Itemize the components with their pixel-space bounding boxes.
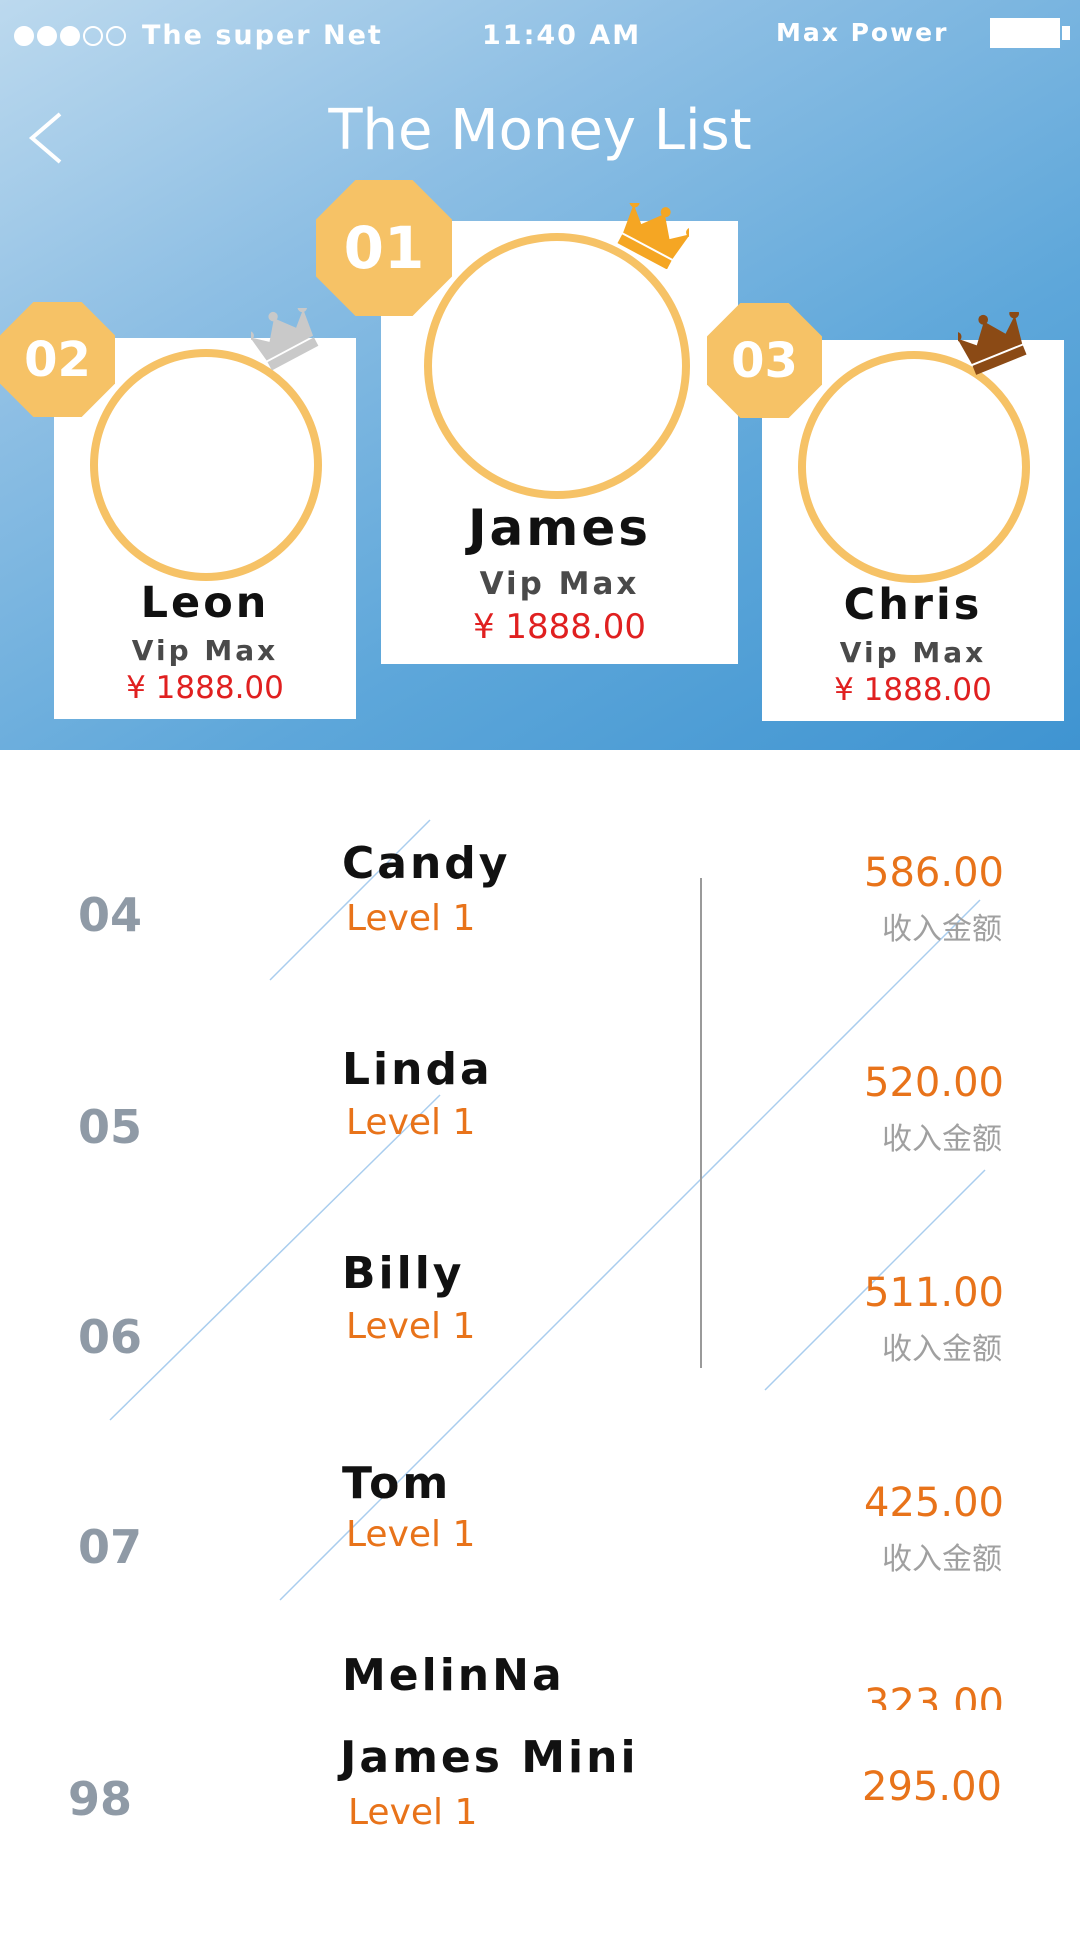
user-name: Billy xyxy=(342,1248,465,1299)
avatar[interactable] xyxy=(798,351,1030,583)
current-user-row[interactable]: 98 James Mini Level 1 295.00 xyxy=(0,1732,1080,1940)
income-label: 收入金额 xyxy=(882,1332,1002,1367)
income-amount: 323.00 xyxy=(864,1681,1004,1710)
income-label: 收入金额 xyxy=(882,1122,1002,1157)
rank-badge-3: 03 xyxy=(707,303,822,418)
user-name: James Mini xyxy=(340,1732,639,1783)
podium-name: James xyxy=(467,499,652,557)
carrier-name: The super Net xyxy=(142,20,383,51)
rank-badge-2: 02 xyxy=(0,302,115,417)
rank-number: 98 xyxy=(68,1772,133,1826)
battery-label: Max Power xyxy=(776,18,949,47)
income-amount: 520.00 xyxy=(864,1060,1004,1106)
bronze-crown-icon xyxy=(958,312,1027,375)
rank-number: 07 xyxy=(78,1520,143,1574)
page-title: The Money List xyxy=(328,98,752,163)
gold-crown-icon xyxy=(617,203,689,269)
podium-amount: ¥ 1888.00 xyxy=(472,607,647,647)
income-amount: 511.00 xyxy=(864,1270,1004,1316)
list-item-partial[interactable]: 08 MelinNa 323.00 xyxy=(0,1645,1080,1710)
user-level: Level 1 xyxy=(348,1792,478,1833)
user-level: Level 1 xyxy=(346,1514,476,1555)
podium-name: Chris xyxy=(843,580,983,630)
user-level: Level 1 xyxy=(346,1306,476,1347)
rank-badge-1: 01 xyxy=(316,180,452,316)
status-bar: The super Net 11:40 AM Max Power xyxy=(0,12,1080,62)
user-name: Candy xyxy=(342,838,511,889)
income-amount: 425.00 xyxy=(864,1480,1004,1526)
rank-number: 06 xyxy=(78,1310,143,1364)
battery-icon xyxy=(990,18,1060,48)
user-level: Level 1 xyxy=(346,1102,476,1143)
signal-icon xyxy=(14,26,126,46)
podium-amount: ¥ 1888.00 xyxy=(834,672,992,708)
avatar[interactable] xyxy=(424,233,690,499)
rank-number: 04 xyxy=(78,888,143,942)
user-level: Level 1 xyxy=(346,898,476,939)
podium-tier: Vip Max xyxy=(839,636,987,669)
rank-number: 05 xyxy=(78,1100,143,1154)
list-item[interactable]: 05 Linda Level 1 520.00 收入金额 xyxy=(0,1040,1080,1240)
avatar[interactable] xyxy=(90,349,322,581)
podium-amount: ¥ 1888.00 xyxy=(126,670,284,706)
podium-tier: Vip Max xyxy=(131,634,279,667)
list-item[interactable]: 04 Candy Level 1 586.00 收入金额 xyxy=(0,830,1080,1030)
list-item[interactable]: 07 Tom Level 1 425.00 收入金额 xyxy=(0,1458,1080,1660)
income-label: 收入金额 xyxy=(882,912,1002,947)
podium-tier: Vip Max xyxy=(479,566,640,602)
user-name: MelinNa xyxy=(342,1650,565,1701)
list-item[interactable]: 06 Billy Level 1 511.00 收入金额 xyxy=(0,1248,1080,1450)
silver-crown-icon xyxy=(251,308,319,370)
rank-number: 08 xyxy=(78,1707,142,1710)
ranking-list: 04 Candy Level 1 586.00 收入金额 05 Linda Le… xyxy=(0,750,1080,1940)
header-hero: The super Net 11:40 AM Max Power The Mon… xyxy=(0,0,1080,750)
income-amount: 586.00 xyxy=(864,850,1004,896)
income-label: 收入金额 xyxy=(882,1542,1002,1577)
user-name: Tom xyxy=(342,1458,452,1509)
status-time: 11:40 AM xyxy=(482,20,642,51)
user-name: Linda xyxy=(342,1044,493,1095)
income-amount: 295.00 xyxy=(862,1764,1002,1810)
podium-name: Leon xyxy=(140,578,270,628)
